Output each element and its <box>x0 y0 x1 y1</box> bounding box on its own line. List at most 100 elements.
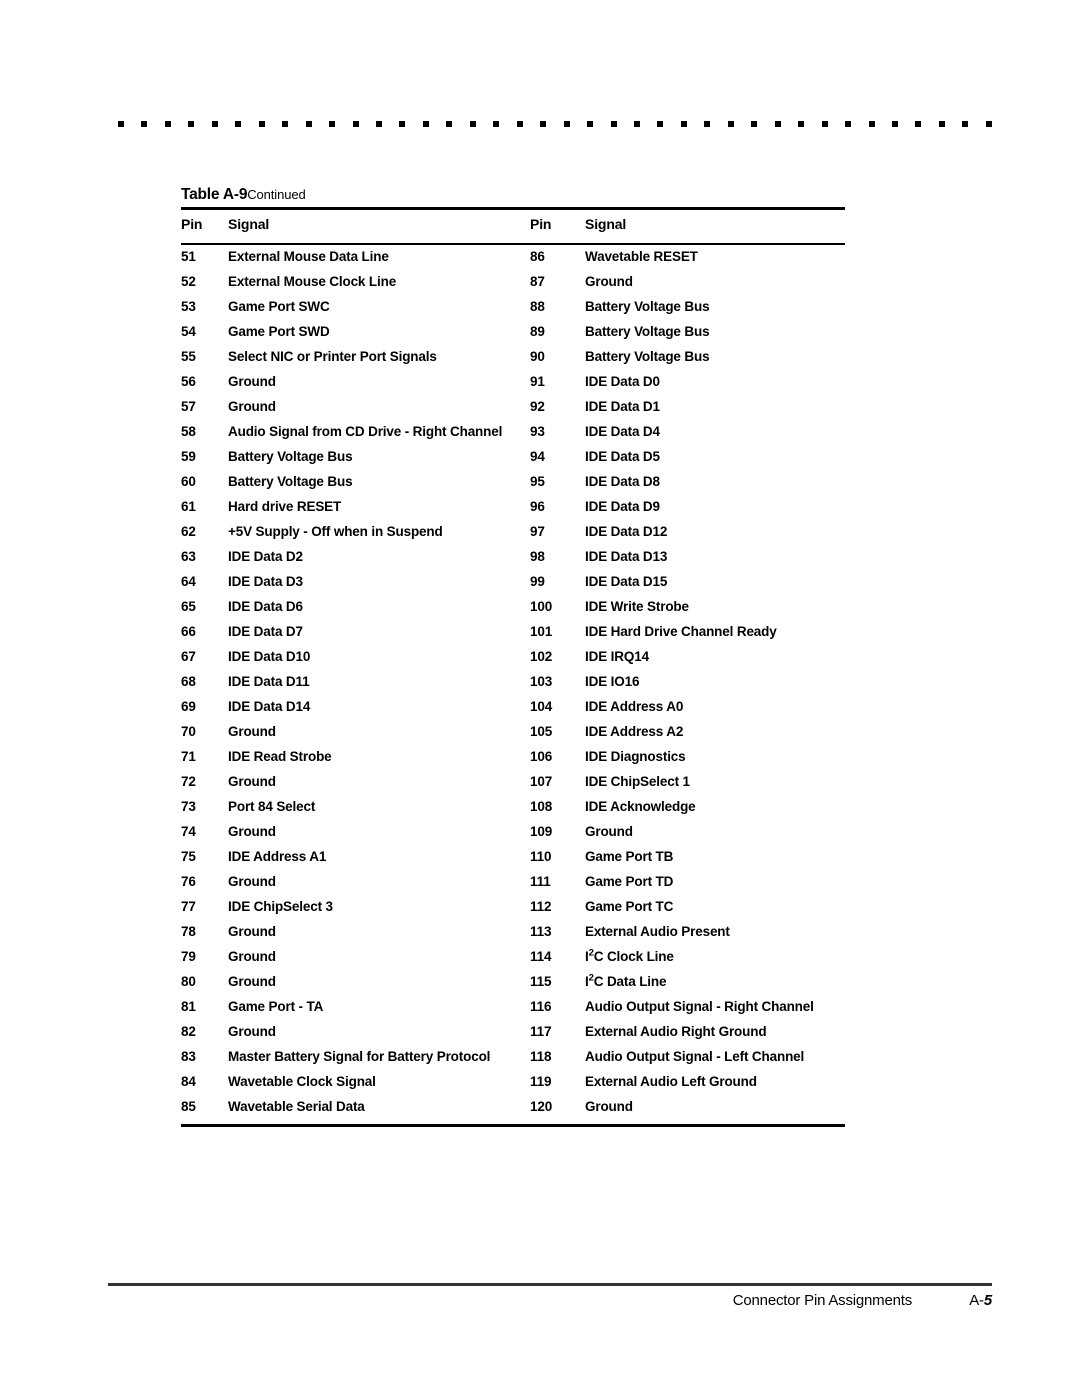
table-row: 75 IDE Address A1 110 Game Port TB <box>181 849 845 874</box>
pin-number-right: 87 <box>530 274 545 289</box>
signal-name-left: Wavetable Clock Signal <box>228 1074 376 1089</box>
decorative-dot <box>446 121 453 127</box>
signal-name-right: Audio Output Signal - Left Channel <box>585 1049 805 1064</box>
signal-name-right: Ground <box>585 1099 633 1114</box>
signal-name-right: IDE Data D12 <box>585 524 668 539</box>
signal-name-left: Wavetable Serial Data <box>228 1099 365 1114</box>
pin-number-left: 53 <box>181 299 196 314</box>
pin-number-right: 115 <box>530 974 552 989</box>
pin-number-left: 63 <box>181 549 196 564</box>
pin-number-left: 58 <box>181 424 196 439</box>
pin-number-left: 61 <box>181 499 196 514</box>
table-row: 54 Game Port SWD 89 Battery Voltage Bus <box>181 324 845 349</box>
signal-name-left: External Mouse Clock Line <box>228 274 397 289</box>
pin-number-left: 81 <box>181 999 196 1014</box>
signal-name-left: Game Port SWC <box>228 299 330 314</box>
table-row: 57 Ground 92 IDE Data D1 <box>181 399 845 424</box>
footer-section-title: Connector Pin Assignments <box>732 1292 913 1309</box>
column-header-signal-right: Signal <box>585 216 627 232</box>
table-caption: Table A-9Continued <box>181 186 845 207</box>
pin-number-left: 52 <box>181 274 196 289</box>
signal-name-right: IDE Data D1 <box>585 399 660 414</box>
column-header-pin-right: Pin <box>530 216 552 232</box>
decorative-dot <box>727 121 734 127</box>
decorative-dot <box>329 121 336 127</box>
table-row: 55 Select NIC or Printer Port Signals 90 Ba… <box>181 349 845 374</box>
table-row: 63 IDE Data D2 98 IDE Data D13 <box>181 549 845 574</box>
superscript: 2 <box>588 947 594 959</box>
decorative-dot <box>540 121 547 127</box>
decorative-dot <box>399 121 406 127</box>
decorative-dot <box>938 121 945 127</box>
pin-number-right: 89 <box>530 324 545 339</box>
signal-name-left: IDE Read Strobe <box>228 749 332 764</box>
table-row: 70 Ground 105 IDE Address A2 <box>181 724 845 749</box>
signal-name-left: IDE Data D6 <box>228 599 303 614</box>
pin-number-right: 93 <box>530 424 545 439</box>
table-caption-number: Table A-9 <box>181 186 248 203</box>
pin-number-left: 82 <box>181 1024 196 1039</box>
decorative-dot <box>868 121 875 127</box>
decorative-dot-rule <box>118 120 992 128</box>
signal-name-left: External Mouse Data Line <box>228 243 530 274</box>
decorative-dot <box>915 121 922 127</box>
pin-number-right: 113 <box>530 924 552 939</box>
signal-name-left: Ground <box>228 974 276 989</box>
table-row: 58 Audio Signal from CD Drive - Right Cha… <box>181 424 845 449</box>
signal-name-left: IDE Data D3 <box>228 574 303 589</box>
pin-number-right: 99 <box>530 574 545 589</box>
signal-name-left: Game Port SWD <box>228 324 330 339</box>
signal-name-left: Ground <box>228 724 276 739</box>
decorative-dot <box>985 121 992 127</box>
signal-name-right: Wavetable RESET <box>585 243 845 274</box>
table-row: 73 Port 84 Select 108 IDE Acknowledge <box>181 799 845 824</box>
table-row: 72 Ground 107 IDE ChipSelect 1 <box>181 774 845 799</box>
pin-assignment-table-block: Table A-9Continued Pin Signal Pin Signal… <box>181 186 845 1127</box>
signal-name-left: IDE Data D7 <box>228 624 303 639</box>
footer-page-prefix: A- <box>969 1292 984 1309</box>
pin-number-left: 62 <box>181 524 196 539</box>
signal-name-right: Battery Voltage Bus <box>585 324 710 339</box>
signal-name-right: Battery Voltage Bus <box>585 349 710 364</box>
signal-name-right: External Audio Left Ground <box>585 1074 757 1089</box>
pin-number-right: 107 <box>530 774 553 789</box>
table-row: 83 Master Battery Signal for Battery Prot… <box>181 1049 845 1074</box>
signal-name-right: IDE Write Strobe <box>585 599 689 614</box>
decorative-dot <box>657 121 664 127</box>
pin-number-right: 118 <box>530 1049 552 1064</box>
pin-number-right: 109 <box>530 824 553 839</box>
pin-number-right: 102 <box>530 649 553 664</box>
decorative-dot <box>962 121 969 127</box>
table-row: 52 External Mouse Clock Line 87 Ground <box>181 274 845 299</box>
decorative-dot <box>821 121 828 127</box>
table-row: 79 Ground 114 I2C Clock Line <box>181 947 845 974</box>
signal-name-right: Audio Output Signal - Right Channel <box>585 999 814 1014</box>
pin-number-right: 103 <box>530 674 553 689</box>
table-row: 85 Wavetable Serial Data 120 Ground <box>181 1099 845 1124</box>
decorative-dot <box>845 121 852 127</box>
table-row: 81 Game Port - TA 116 Audio Output Signal -… <box>181 999 845 1024</box>
table-row: 77 IDE ChipSelect 3 112 Game Port TC <box>181 899 845 924</box>
decorative-dot <box>587 121 594 127</box>
signal-name-left: Ground <box>228 874 276 889</box>
pin-number-left: 67 <box>181 649 196 664</box>
decorative-dot <box>352 121 359 127</box>
pin-number-left: 59 <box>181 449 196 464</box>
table-row: 65 IDE Data D6 100 IDE Write Strobe <box>181 599 845 624</box>
signal-name-left: Ground <box>228 824 276 839</box>
pin-number-right: 111 <box>530 874 551 889</box>
signal-name-right: IDE Data D9 <box>585 499 660 514</box>
signal-name-left: Hard drive RESET <box>228 499 342 514</box>
table-row: 71 IDE Read Strobe 106 IDE Diagnostics <box>181 749 845 774</box>
pin-number-left: 74 <box>181 824 196 839</box>
decorative-dot <box>774 121 781 127</box>
signal-name-left: +5V Supply - Off when in Suspend <box>228 524 443 539</box>
decorative-dot <box>469 121 476 127</box>
table-row: 76 Ground 111 Game Port TD <box>181 874 845 899</box>
signal-name-left: Battery Voltage Bus <box>228 449 353 464</box>
table-row: 56 Ground 91 IDE Data D0 <box>181 374 845 399</box>
pin-number-left: 79 <box>181 949 196 964</box>
decorative-dot <box>282 121 289 127</box>
decorative-dot <box>704 121 711 127</box>
pin-number-left: 85 <box>181 1099 196 1114</box>
